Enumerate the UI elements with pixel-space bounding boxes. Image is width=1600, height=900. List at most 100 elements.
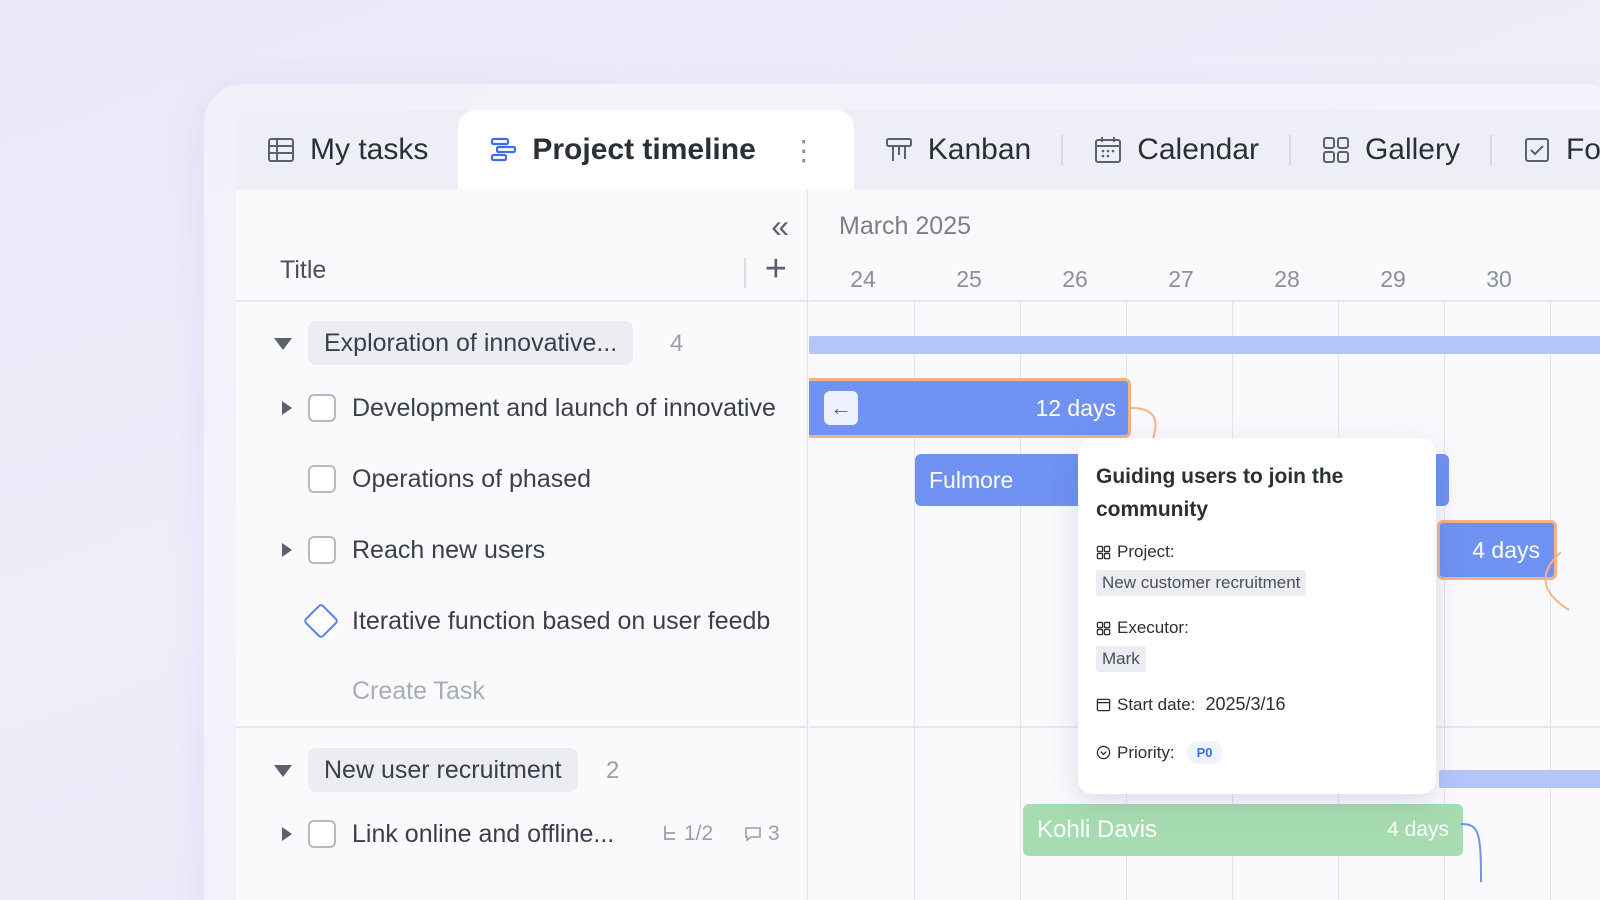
duration-label: 12 days	[1035, 394, 1116, 421]
view-tab-bar: My tasks Project timeline ⋮ Kanban Calen…	[236, 110, 1600, 190]
task-row[interactable]: Link online and offline... 1/2 3	[236, 804, 807, 864]
collapse-group-icon[interactable]	[274, 338, 292, 350]
more-options-icon[interactable]: ⋮	[790, 134, 818, 167]
task-row[interactable]: Development and launch of innovative	[236, 378, 807, 438]
project-label: Project:	[1117, 542, 1175, 561]
task-checkbox[interactable]	[308, 465, 336, 493]
tab-label: Calendar	[1137, 133, 1259, 166]
milestone-icon[interactable]	[302, 602, 340, 640]
day-label: 24	[850, 266, 876, 292]
task-list-panel: « Title + Exploration of innovative... 4…	[236, 190, 808, 900]
expand-subtasks-icon[interactable]	[282, 401, 292, 415]
task-checkbox[interactable]	[308, 820, 336, 848]
task-row[interactable]: Reach new users	[236, 520, 807, 580]
group-count: 2	[606, 757, 620, 784]
tab-label: Fo	[1565, 133, 1600, 166]
dependency-connector	[1460, 823, 1482, 882]
tab-form[interactable]: Fo	[1492, 110, 1600, 190]
executor-field: Executor:	[1096, 618, 1418, 638]
task-checkbox[interactable]	[308, 394, 336, 422]
collapse-group-icon[interactable]	[274, 765, 292, 777]
start-date-value: 2025/3/16	[1205, 694, 1286, 714]
field-icon	[1096, 621, 1111, 635]
tab-gallery[interactable]: Gallery	[1291, 110, 1490, 190]
column-resize-handle[interactable]	[744, 258, 746, 288]
priority-badge: P0	[1186, 741, 1223, 764]
task-bar[interactable]: ← 12 days	[809, 378, 1131, 438]
task-hover-card: Guiding users to join the community Proj…	[1078, 438, 1436, 794]
comment-icon	[745, 827, 761, 842]
calendar-icon	[1096, 698, 1111, 712]
task-row[interactable]: Iterative function based on user feedb	[236, 591, 807, 651]
group-summary-bar[interactable]	[1439, 770, 1600, 788]
assignee-label: Fulmore	[929, 466, 1014, 493]
timeline-icon	[491, 137, 517, 162]
task-bar[interactable]: 4 days	[1437, 520, 1557, 580]
expand-subtasks-icon[interactable]	[282, 827, 292, 841]
title-column-header: Title	[280, 256, 327, 284]
day-label: 26	[1062, 266, 1088, 292]
task-checkbox[interactable]	[308, 536, 336, 564]
task-title: Iterative function based on user feedb	[352, 607, 771, 635]
task-title: Operations of phased	[352, 465, 592, 493]
task-bar[interactable]: Kohli Davis 4 days	[1023, 804, 1463, 856]
start-date-field: Start date: 2025/3/16	[1096, 694, 1418, 715]
priority-field: Priority: P0	[1096, 741, 1418, 764]
header-divider	[809, 300, 1600, 302]
group-name: New user recruitment	[308, 748, 578, 792]
tab-my-tasks[interactable]: My tasks	[236, 110, 458, 190]
tab-calendar[interactable]: Calendar	[1063, 110, 1289, 190]
tab-project-timeline[interactable]: Project timeline ⋮	[458, 110, 854, 190]
project-field: Project:	[1096, 542, 1418, 562]
duration-label: 4 days	[1387, 818, 1449, 841]
tab-label: Kanban	[927, 133, 1032, 166]
create-task-row[interactable]: Create Task	[236, 661, 807, 721]
task-row[interactable]: Operations of phased	[236, 449, 807, 509]
group-header[interactable]: New user recruitment 2	[236, 745, 807, 795]
tab-kanban[interactable]: Kanban	[854, 110, 1061, 190]
task-title: Development and launch of innovative	[352, 394, 776, 422]
executor-label: Executor:	[1117, 618, 1189, 637]
hover-card-title: Guiding users to join the community	[1096, 465, 1344, 521]
day-label: 27	[1168, 266, 1194, 292]
tab-label: My tasks	[310, 133, 429, 166]
day-label: 25	[956, 266, 982, 292]
form-icon	[1524, 138, 1549, 162]
gallery-icon	[1322, 137, 1349, 163]
create-task-link[interactable]: Create Task	[352, 677, 485, 706]
field-icon	[1096, 545, 1111, 559]
priority-label: Priority:	[1117, 742, 1175, 762]
start-date-label: Start date:	[1117, 694, 1196, 714]
calendar-icon	[1095, 137, 1122, 163]
comment-count-badge: 3	[744, 822, 780, 846]
day-label: 30	[1486, 266, 1512, 292]
scroll-to-start-icon[interactable]: ←	[824, 391, 858, 425]
group-name: Exploration of innovative...	[308, 321, 634, 365]
task-title: Reach new users	[352, 536, 546, 564]
dependency-connector	[1544, 551, 1570, 611]
table-icon	[268, 138, 294, 162]
collapse-panel-icon[interactable]: «	[771, 208, 789, 245]
expand-subtasks-icon[interactable]	[282, 543, 292, 557]
kanban-icon	[885, 138, 912, 161]
day-label: 28	[1274, 266, 1300, 292]
subtask-icon	[664, 826, 675, 840]
tab-label: Gallery	[1364, 133, 1460, 166]
add-column-button[interactable]: +	[765, 248, 787, 291]
executor-value: Mark	[1096, 646, 1146, 672]
group-count: 4	[670, 330, 684, 357]
project-value: New customer recruitment	[1096, 570, 1307, 596]
comment-count: 3	[768, 822, 780, 845]
task-title: Link online and offline...	[352, 820, 615, 848]
month-label: March 2025	[839, 212, 972, 240]
assignee-label: Kohli Davis	[1037, 816, 1158, 843]
group-header[interactable]: Exploration of innovative... 4	[236, 318, 807, 368]
tab-label: Project timeline	[532, 133, 756, 166]
day-label: 29	[1380, 266, 1406, 292]
subtask-progress: 1/2	[662, 822, 713, 846]
group-divider	[236, 726, 807, 728]
header-divider	[236, 300, 807, 302]
group-summary-bar[interactable]	[809, 336, 1600, 354]
priority-icon	[1096, 745, 1111, 760]
duration-label: 4 days	[1472, 536, 1540, 563]
